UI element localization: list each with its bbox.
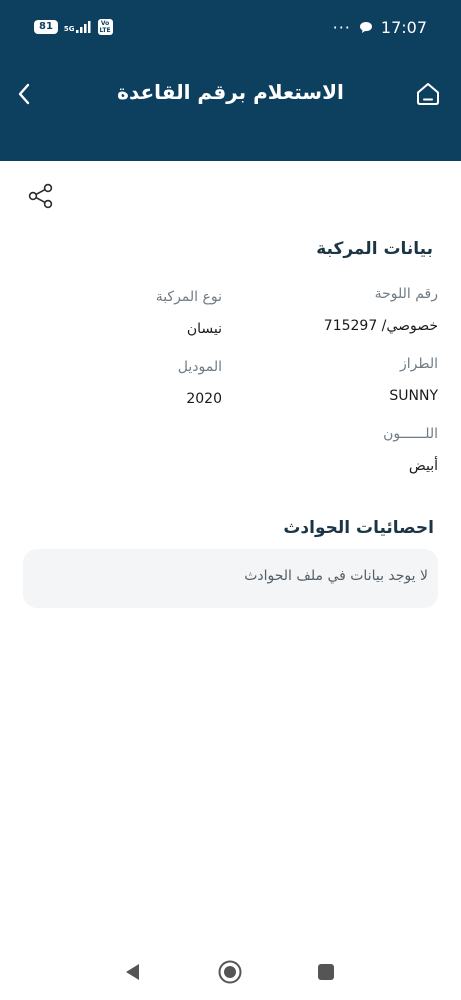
color-value: أبيض bbox=[408, 458, 438, 474]
more-dots: ··· bbox=[332, 17, 351, 37]
nav-home-button[interactable] bbox=[217, 959, 243, 985]
vehicle-type-label: نوع المركبة bbox=[155, 289, 222, 305]
accidents-empty-card: لا يوجد بيانات في ملف الحوادث bbox=[23, 549, 438, 608]
circle-home-icon bbox=[218, 960, 242, 984]
status-indicators: 81 5G Vo LTE bbox=[34, 19, 113, 35]
chat-bubble-icon bbox=[359, 22, 372, 33]
color-label: اللــــــون bbox=[383, 426, 438, 442]
volte-top: Vo bbox=[100, 20, 110, 27]
volte-badge: Vo LTE bbox=[97, 19, 113, 35]
model-value: SUNNY bbox=[389, 388, 438, 404]
share-button[interactable] bbox=[28, 182, 54, 210]
home-button[interactable] bbox=[413, 78, 443, 110]
title-row: الاستعلام برقم القاعدة bbox=[0, 78, 461, 110]
signal-icon bbox=[75, 21, 91, 33]
model-label: الطراز bbox=[399, 356, 438, 372]
status-bar: 81 5G Vo LTE ··· 17:07 bbox=[0, 0, 461, 56]
triangle-back-icon bbox=[126, 964, 139, 980]
year-label: الموديل bbox=[177, 359, 222, 375]
signal-group: 5G bbox=[64, 21, 92, 33]
square-recents-icon bbox=[318, 964, 334, 980]
accidents-section-title: احصائيات الحوادث bbox=[283, 518, 434, 538]
network-type: 5G bbox=[63, 25, 75, 33]
nav-recents-button[interactable] bbox=[313, 959, 339, 985]
share-icon bbox=[28, 183, 53, 209]
battery-indicator: 81 bbox=[34, 20, 58, 34]
vehicle-type-value: نيسان bbox=[186, 321, 222, 337]
volte-bottom: LTE bbox=[99, 27, 111, 34]
nav-back-button[interactable] bbox=[120, 959, 146, 985]
vehicle-section-title: بيانات المركبة bbox=[316, 239, 433, 259]
system-nav-bar bbox=[0, 945, 461, 1000]
page-title: الاستعلام برقم القاعدة bbox=[117, 80, 344, 104]
year-value: 2020 bbox=[186, 391, 222, 407]
plate-number-label: رقم اللوحة bbox=[374, 286, 438, 302]
home-icon bbox=[417, 83, 439, 105]
app-header: 81 5G Vo LTE ··· 17:07 الاستعلام برقم ال… bbox=[0, 0, 461, 161]
clock: 17:07 bbox=[380, 18, 427, 37]
plate-number-value: خصوصي/ 715297 bbox=[323, 318, 438, 334]
accidents-empty-message: لا يوجد بيانات في ملف الحوادث bbox=[244, 568, 428, 584]
status-right: ··· 17:07 bbox=[333, 18, 427, 37]
